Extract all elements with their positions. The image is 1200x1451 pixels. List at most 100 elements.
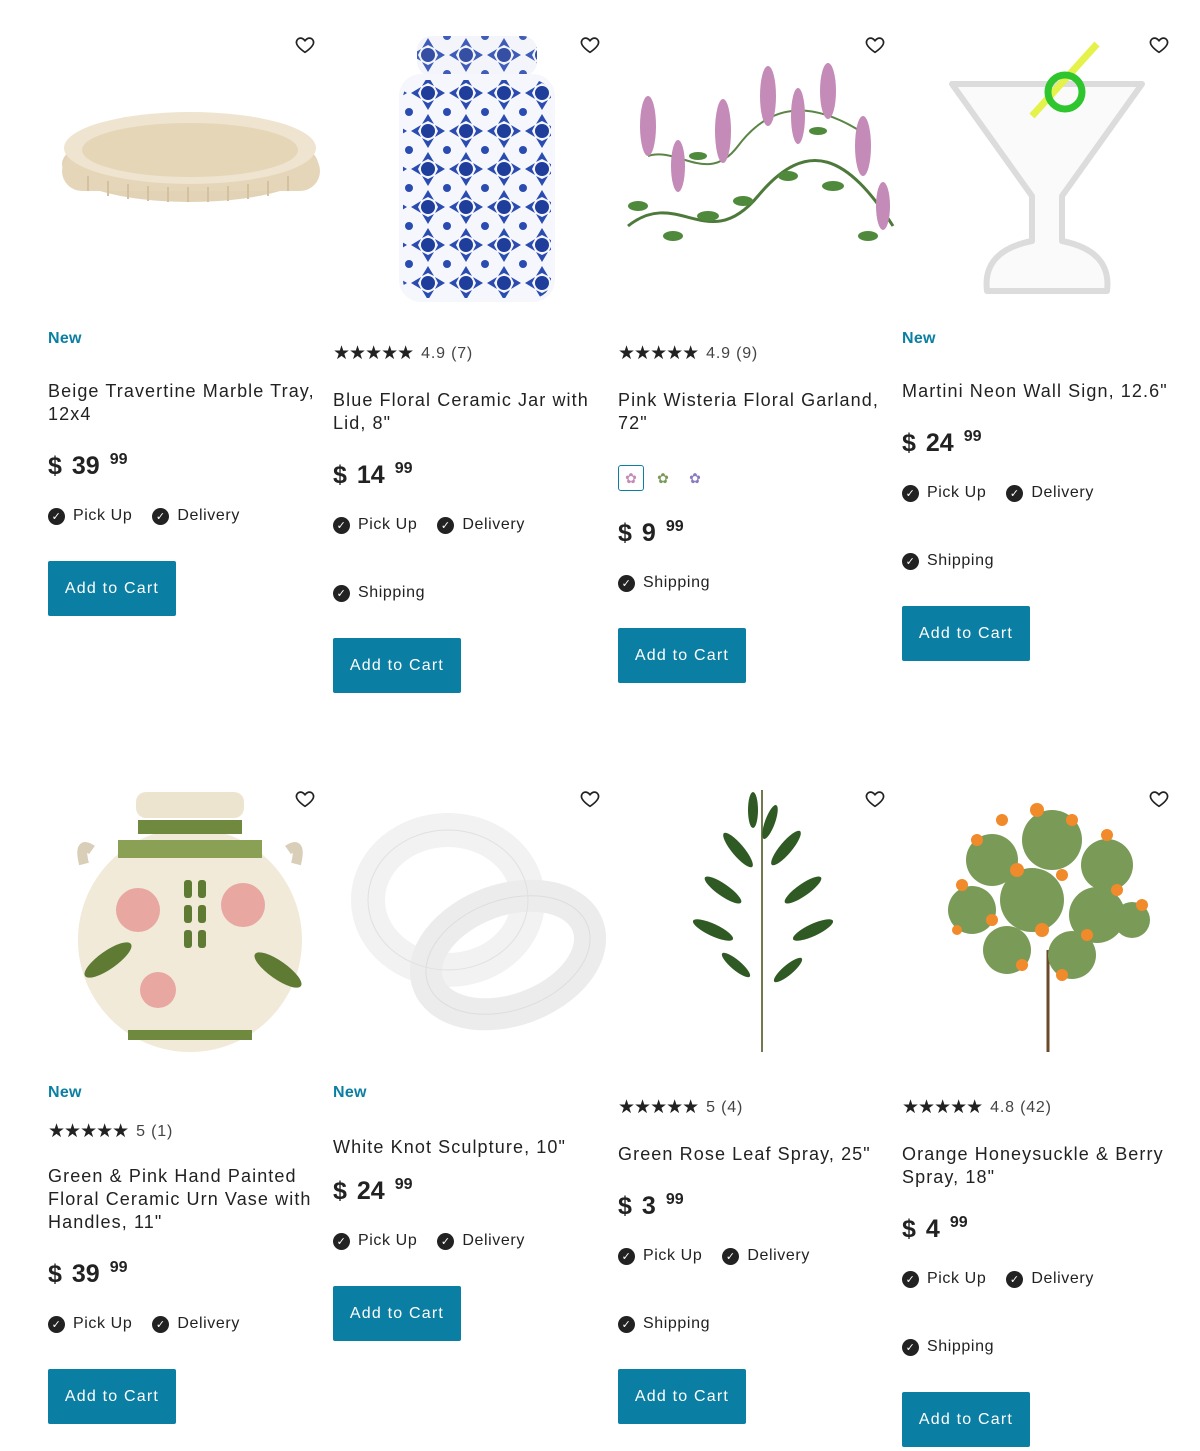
add-to-cart-button[interactable]: Add to Cart [48,1369,176,1424]
product-title[interactable]: Martini Neon Wall Sign, 12.6" [902,380,1192,403]
price-currency: $ [333,461,347,489]
product-rating[interactable]: ★★★★★ 5 (1) [48,1120,338,1143]
price-cents: 99 [949,1214,968,1231]
delivery-option: ✓ Delivery [152,1315,240,1333]
price-cents: 99 [394,1176,413,1193]
heart-icon[interactable] [579,34,603,58]
check-circle-icon: ✓ [437,516,455,534]
product-price: $ 24 99 [902,428,1192,458]
check-circle-icon: ✓ [722,1247,740,1265]
product-image[interactable] [333,790,613,1068]
product-image[interactable] [902,36,1182,314]
product-title[interactable]: Orange Honeysuckle & Berry Spray, 18" [902,1143,1192,1189]
price-dollars: 24 [925,429,954,457]
product-rating[interactable]: ★★★★★ 4.9 (9) [618,342,908,365]
check-circle-icon: ✓ [618,574,635,592]
check-circle-icon: ✓ [152,1315,170,1333]
fulfillment-options: ✓ Pick Up ✓ Delivery [48,1315,338,1333]
option-label: Shipping [927,1338,995,1355]
price-currency: $ [618,519,632,547]
option-label: Delivery [462,1232,525,1249]
review-count: (1) [151,1122,174,1140]
product-rating[interactable]: ★★★★★ 4.9 (7) [333,342,623,365]
add-to-cart-button[interactable]: Add to Cart [618,1369,746,1424]
swatch-green[interactable]: ✿ [650,465,676,491]
pickup-option: ✓ Pick Up [902,484,986,502]
product-title[interactable]: Blue Floral Ceramic Jar with Lid, 8" [333,389,623,435]
color-swatches: ✿ ✿ ✿ [618,465,908,491]
delivery-option: ✓ Delivery [437,1232,525,1250]
star-icon: ★★★★★ [618,1097,699,1118]
check-circle-icon: ✓ [902,484,919,502]
heart-icon[interactable] [864,788,888,812]
pickup-option: ✓ Pick Up [48,507,132,525]
delivery-option: ✓ Delivery [437,516,525,534]
product-rating[interactable]: ★★★★★ 4.8 (42) [902,1096,1192,1119]
new-badge: New [48,330,82,347]
price-dollars: 39 [71,452,100,480]
pickup-option: ✓ Pick Up [48,1315,132,1333]
product-price: $ 3 99 [618,1191,908,1221]
option-label: Delivery [177,507,240,524]
new-badge: New [48,1084,82,1101]
product-title[interactable]: White Knot Sculpture, 10" [333,1136,623,1159]
product-title[interactable]: Beige Travertine Marble Tray, 12x4 [48,380,338,426]
fulfillment-options: ✓ Pick Up ✓ Delivery [333,1232,623,1250]
delivery-option: ✓ Delivery [722,1247,810,1265]
price-currency: $ [902,1215,916,1243]
price-dollars: 3 [641,1192,656,1220]
price-cents: 99 [665,518,684,535]
option-label: Delivery [1031,1270,1094,1287]
add-to-cart-button[interactable]: Add to Cart [902,1392,1030,1447]
product-image[interactable] [48,36,328,314]
fulfillment-options: ✓ Pick Up ✓ Delivery ✓ Shipping [618,1247,908,1333]
shipping-option: ✓ Shipping [618,574,710,592]
add-to-cart-button[interactable]: Add to Cart [48,561,176,616]
product-price: $ 14 99 [333,460,623,490]
product-title[interactable]: Green Rose Leaf Spray, 25" [618,1143,908,1166]
price-currency: $ [48,1260,62,1288]
star-icon: ★★★★★ [48,1121,129,1142]
product-image[interactable] [48,790,328,1068]
shipping-option: ✓ Shipping [902,1338,994,1356]
swatch-purple[interactable]: ✿ [682,465,708,491]
rating-value: 5 [706,1098,716,1116]
product-image[interactable] [902,790,1182,1068]
add-to-cart-button[interactable]: Add to Cart [333,638,461,693]
heart-icon[interactable] [1148,34,1172,58]
option-label: Shipping [643,574,711,591]
product-price: $ 39 99 [48,451,338,481]
option-label: Pick Up [358,516,418,533]
price-currency: $ [618,1192,632,1220]
product-image[interactable] [333,36,613,314]
option-label: Pick Up [927,484,987,501]
check-circle-icon: ✓ [333,584,350,602]
add-to-cart-button[interactable]: Add to Cart [902,606,1030,661]
heart-icon[interactable] [1148,788,1172,812]
fulfillment-options: ✓ Pick Up ✓ Delivery ✓ Shipping [333,516,623,602]
delivery-option: ✓ Delivery [1006,1270,1094,1288]
price-dollars: 39 [71,1260,100,1288]
fulfillment-options: ✓ Pick Up ✓ Delivery [48,507,338,525]
heart-icon[interactable] [864,34,888,58]
product-title[interactable]: Pink Wisteria Floral Garland, 72" [618,389,908,435]
heart-icon[interactable] [579,788,603,812]
pickup-option: ✓ Pick Up [333,1232,417,1250]
new-badge: New [333,1084,367,1101]
product-image[interactable] [618,790,898,1068]
add-to-cart-button[interactable]: Add to Cart [333,1286,461,1341]
product-image[interactable] [618,36,898,314]
heart-icon[interactable] [294,788,318,812]
heart-icon[interactable] [294,34,318,58]
option-label: Shipping [643,1315,711,1332]
check-circle-icon: ✓ [333,1232,350,1250]
shipping-option: ✓ Shipping [333,584,425,602]
option-label: Delivery [1031,484,1094,501]
product-title[interactable]: Green & Pink Hand Painted Floral Ceramic… [48,1165,338,1234]
add-to-cart-button[interactable]: Add to Cart [618,628,746,683]
product-rating[interactable]: ★★★★★ 5 (4) [618,1096,908,1119]
swatch-pink[interactable]: ✿ [618,465,644,491]
fulfillment-options: ✓ Shipping [618,574,908,592]
product-price: $ 39 99 [48,1259,338,1289]
price-currency: $ [333,1177,347,1205]
